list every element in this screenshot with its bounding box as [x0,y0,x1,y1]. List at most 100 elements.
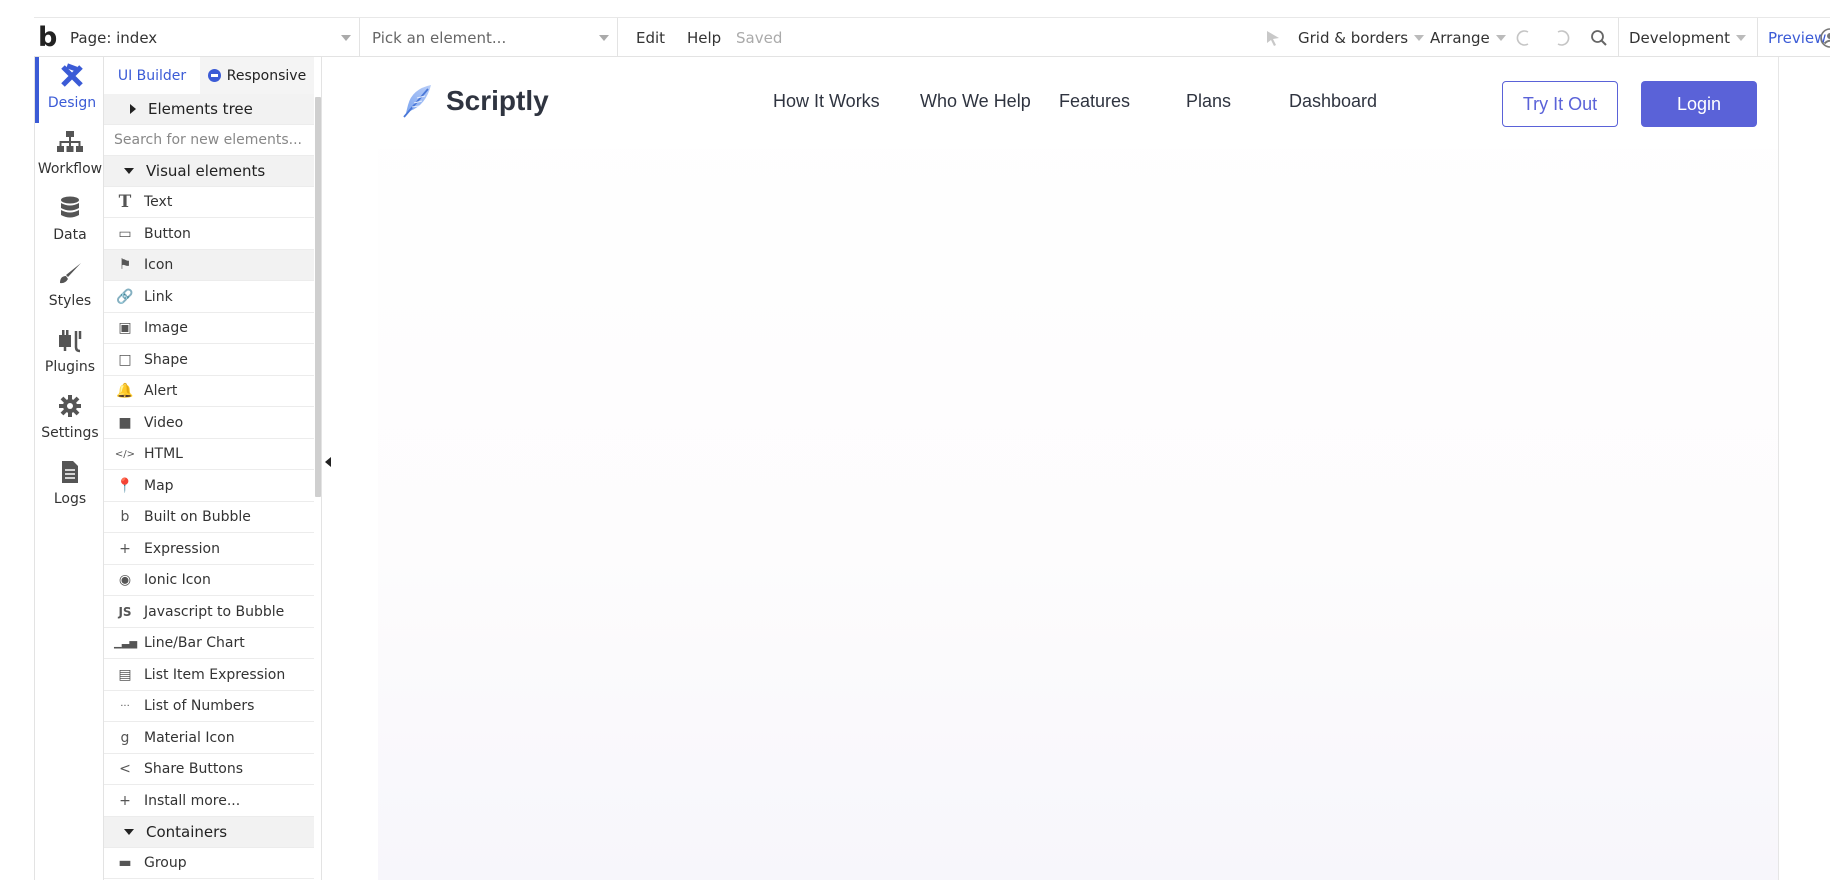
brush-icon [35,261,105,291]
arrange-menu[interactable]: Arrange [1430,18,1506,57]
element-item[interactable]: ▤ List Item Expression [104,660,314,691]
element-item-label: List Item Expression [144,667,286,683]
element-item[interactable]: JS Javascript to Bubble [104,597,314,628]
element-item-label: HTML [144,446,183,462]
element-item-label: Alert [144,383,178,399]
element-item[interactable]: ⚑ Icon [104,250,314,281]
element-type-icon: ▭ [118,226,132,242]
rail-label: Data [53,227,87,243]
element-search[interactable] [104,125,314,156]
grid-borders-menu[interactable]: Grid & borders [1298,18,1425,57]
element-item[interactable]: ▁▃▅ Line/Bar Chart [104,628,314,659]
chevron-down-icon [124,168,134,174]
element-search-input[interactable] [114,132,314,148]
chevron-down-icon [124,829,134,835]
rail-item-logs[interactable]: Logs [35,453,105,519]
site-brand[interactable]: Scriptly [400,83,549,119]
element-type-icon: ⚑ [118,257,132,273]
elements-tree-label: Elements tree [148,100,253,118]
nav-dashboard[interactable]: Dashboard [1289,91,1377,112]
element-item[interactable]: 🔔 Alert [104,376,314,407]
element-type-icon: ■ [118,415,132,431]
element-type-icon: + [119,541,131,557]
element-type-icon: 🔔 [116,383,134,399]
page-selector[interactable]: Page: index [70,18,360,57]
element-item[interactable]: g Material Icon [104,723,314,754]
left-nav-rail: Design Workflow Data Styles Plugins Sett… [34,57,104,880]
rail-item-workflow[interactable]: Workflow [35,123,105,189]
element-type-icon: ▁▃▅ [114,637,138,649]
element-type-icon: ▣ [118,320,132,336]
nav-plans[interactable]: Plans [1186,91,1231,112]
rail-item-plugins[interactable]: Plugins [35,321,105,387]
element-item[interactable]: + Install more... [104,786,314,817]
element-type-icon: 🔗 [116,289,134,305]
element-item[interactable]: 🔗 Link [104,282,314,313]
rail-item-data[interactable]: Data [35,189,105,255]
rail-label: Workflow [37,161,103,177]
element-item[interactable]: </> HTML [104,439,314,470]
inspector-cursor-icon[interactable] [1264,18,1282,57]
element-item[interactable]: □ Shape [104,345,314,376]
element-item[interactable]: ··· List of Numbers [104,691,314,722]
login-button[interactable]: Login [1641,81,1757,127]
bubble-logo[interactable]: b [38,18,57,57]
mode-selector[interactable]: Development [1618,18,1748,57]
element-item[interactable]: < Share Buttons [104,754,314,785]
visual-elements-header[interactable]: Visual elements [104,156,314,187]
rail-item-settings[interactable]: Settings [35,387,105,453]
container-item[interactable]: ▬ Group [104,848,314,879]
element-item-label: List of Numbers [144,698,255,714]
nav-how-it-works[interactable]: How It Works [773,91,880,112]
preview-button[interactable]: Preview [1757,18,1826,57]
collapse-panel-icon[interactable] [325,457,331,467]
tab-responsive[interactable]: Responsive [200,57,314,94]
element-item-label: Map [144,478,174,494]
element-item[interactable]: ◉ Ionic Icon [104,565,314,596]
element-type-icon: ··· [120,700,130,712]
rail-item-design[interactable]: Design [35,57,105,123]
undo-icon[interactable] [1514,18,1534,57]
nav-features[interactable]: Features [1059,91,1130,112]
plug-icon [35,327,105,357]
try-it-out-button[interactable]: Try It Out [1502,81,1618,127]
tab-ui-builder[interactable]: UI Builder [104,57,200,94]
folder-icon: ▬ [118,855,132,871]
element-item[interactable]: ■ Video [104,408,314,439]
save-status: Saved [736,28,783,47]
profile-icon[interactable] [1820,18,1830,57]
rail-label: Plugins [44,359,96,375]
page-canvas[interactable]: Scriptly How It Works Who We Help Featur… [378,57,1778,880]
help-menu[interactable]: Help [687,18,721,57]
element-type-icon: T [118,192,132,212]
chevron-down-icon [599,35,609,41]
elements-panel: UI Builder Responsive Elements tree Visu… [104,57,322,880]
tab-responsive-label: Responsive [226,67,307,84]
element-item[interactable]: + Expression [104,534,314,565]
nav-who-we-help[interactable]: Who We Help [920,91,1031,112]
edit-menu[interactable]: Edit [636,18,665,57]
element-type-icon: < [119,761,131,777]
feather-logo-icon [400,83,434,119]
element-type-icon: 📍 [116,478,134,494]
rail-item-styles[interactable]: Styles [35,255,105,321]
element-item[interactable]: ▣ Image [104,313,314,344]
elements-tree-toggle[interactable]: Elements tree [104,94,314,125]
element-item-label: Video [144,415,184,431]
element-type-icon: ◉ [118,572,132,588]
element-item[interactable]: 📍 Map [104,471,314,502]
element-item[interactable]: ▭ Button [104,219,314,250]
element-item[interactable]: b Built on Bubble [104,502,314,533]
element-item[interactable]: T Text [104,187,314,218]
chevron-down-icon [1495,34,1506,41]
redo-icon[interactable] [1552,18,1572,57]
arrange-label: Arrange [1430,28,1490,47]
search-icon[interactable] [1590,18,1608,57]
element-item-label: Line/Bar Chart [144,635,245,651]
element-picker[interactable]: Pick an element... [364,18,618,57]
element-item-label: Material Icon [144,730,235,746]
chevron-down-icon [1735,34,1746,41]
panel-scrollbar[interactable] [315,97,321,497]
element-type-icon: □ [118,352,132,368]
containers-header[interactable]: Containers [104,817,314,848]
